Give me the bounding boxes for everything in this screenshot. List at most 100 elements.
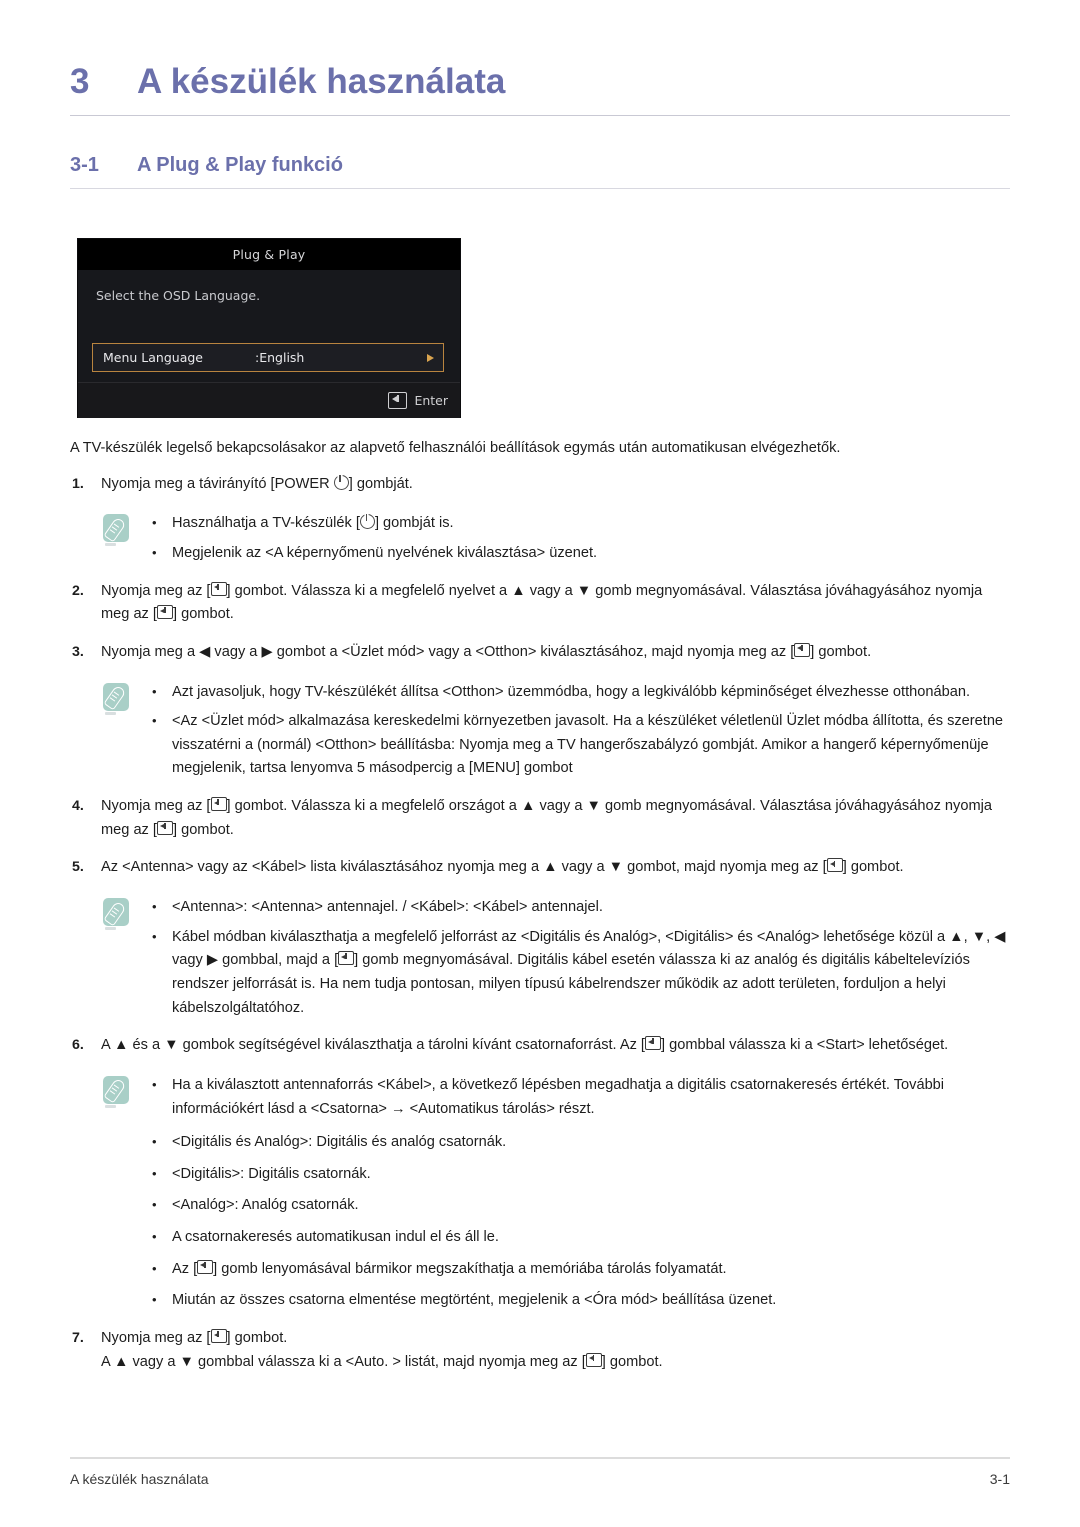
step-item: 4. Nyomja meg az [] gombot. Válassza ki …: [70, 795, 1010, 842]
step-text: Nyomja meg a távirányító [POWER ] gombjá…: [101, 474, 413, 492]
list-item-text: <Digitális és Analóg>: Digitális és anal…: [172, 1134, 507, 1151]
osd-title: Plug & Play: [78, 239, 460, 270]
section-number: 3-1: [70, 154, 99, 176]
step-text: Nyomja meg az [] gombot. Válassza ki a m…: [101, 797, 992, 838]
note-list: • Ha a kiválasztott antennaforrás <Kábel…: [148, 1074, 1010, 1121]
step-text: Nyomja meg az [] gombot. A ▲ vagy a ▼ go…: [101, 1327, 1010, 1374]
step-followup-text: A ▲ vagy a ▼ gombbal válassza ki a <Auto…: [101, 1352, 663, 1370]
enter-key-icon: [794, 642, 811, 657]
enter-key-icon: [156, 605, 173, 620]
note-block: • <Antenna>: <Antenna> antennajel. / <Ká…: [103, 896, 1010, 1020]
chevron-right-icon: [427, 353, 434, 362]
enter-key-icon: [156, 820, 173, 835]
osd-footer: Enter: [78, 382, 460, 418]
step-item: 1. Nyomja meg a távirányító [POWER ] gom…: [70, 473, 1010, 497]
note-block: • Azt javasoljuk, hogy TV-készülékét áll…: [103, 681, 1010, 782]
bullet-marker: •: [152, 1076, 157, 1092]
bullet-marker: •: [152, 1197, 157, 1213]
enter-key-icon: [826, 858, 843, 873]
step-item: 5. Az <Antenna> vagy az <Kábel> lista ki…: [70, 856, 1010, 880]
section-divider: [70, 188, 1010, 189]
enter-key-icon: [645, 1036, 661, 1051]
chapter-heading: 3 A készülék használata: [70, 0, 1010, 102]
bullet-marker: •: [152, 515, 157, 531]
note-text: <Antenna>: <Antenna> antennajel. / <Kábe…: [172, 899, 603, 916]
step-number: 3.: [72, 643, 84, 660]
osd-footer-label: Enter: [414, 393, 448, 408]
page-footer: A készülék használata 3-1: [70, 1457, 1010, 1487]
bullet-marker: •: [152, 713, 157, 729]
footer-divider: [70, 1457, 1010, 1459]
bullet-marker: •: [152, 544, 157, 560]
note-item: • Használhatja a TV-készülék [] gombját …: [148, 512, 1010, 536]
note-text: Ha a kiválasztott antennaforrás <Kábel>,…: [172, 1076, 945, 1117]
footer-left-label: A készülék használata: [70, 1471, 209, 1487]
chapter-number: 3: [70, 62, 90, 101]
note-text: Használhatja a TV-készülék [] gombját is…: [172, 514, 454, 532]
osd-screenshot: Plug & Play Select the OSD Language. Men…: [78, 239, 460, 418]
note-text: Megjelenik az <A képernyőmenü nyelvének …: [172, 544, 598, 561]
step-item: 7. Nyomja meg az [] gombot. A ▲ vagy a ▼…: [70, 1327, 1010, 1374]
bullet-marker: •: [152, 683, 157, 699]
note-text: <Az <Üzlet mód> alkalmazása kereskedelmi…: [172, 713, 1004, 777]
note-list: • Azt javasoljuk, hogy TV-készülékét áll…: [148, 681, 1010, 782]
step-text: Nyomja meg a ◀ vagy a ▶ gombot a <Üzlet …: [101, 642, 872, 660]
chapter-title: A készülék használata: [137, 62, 506, 101]
power-icon: [359, 514, 375, 530]
bullet-marker: •: [152, 1260, 157, 1276]
note-item: • Megjelenik az <A képernyőmenü nyelvéne…: [148, 542, 1010, 566]
step-item: 6. A ▲ és a ▼ gombok segítségével kivála…: [70, 1034, 1010, 1058]
note-list: • <Antenna>: <Antenna> antennajel. / <Ká…: [148, 896, 1010, 1020]
list-item: • Az [] gomb lenyomásával bármikor megsz…: [148, 1258, 1010, 1282]
intro-paragraph: A TV-készülék legelső bekapcsolásakor az…: [70, 440, 841, 456]
note-pencil-icon: [103, 682, 131, 715]
osd-prompt: Select the OSD Language.: [96, 288, 261, 303]
list-item: • Miután az összes csatorna elmentése me…: [148, 1289, 1010, 1313]
list-item-text: Miután az összes csatorna elmentése megt…: [172, 1292, 777, 1309]
plain-bullet-list: • <Digitális és Analóg>: Digitális és an…: [148, 1131, 1010, 1313]
note-pencil-icon: [103, 898, 131, 931]
enter-key-icon: [338, 951, 355, 966]
step-item: 2. Nyomja meg az [] gombot. Válassza ki …: [70, 580, 1010, 627]
list-item: • <Analóg>: Analóg csatornák.: [148, 1194, 1010, 1218]
step-number: 4.: [72, 798, 84, 815]
step-item: 3. Nyomja meg a ◀ vagy a ▶ gombot a <Üzl…: [70, 641, 1010, 665]
list-item-text: A csatornakeresés automatikusan indul el…: [172, 1229, 499, 1246]
list-item-text: Az [] gomb lenyomásával bármikor megszak…: [172, 1259, 727, 1277]
list-item: • A csatornakeresés automatikusan indul …: [148, 1226, 1010, 1250]
bullet-marker: •: [152, 899, 157, 915]
step-text: Nyomja meg az [] gombot. Válassza ki a m…: [101, 581, 983, 623]
list-item-text: <Digitális>: Digitális csatornák.: [172, 1165, 371, 1182]
note-pencil-icon: [103, 514, 131, 547]
note-item: • Azt javasoljuk, hogy TV-készülékét áll…: [148, 681, 1010, 705]
step-number: 5.: [72, 859, 84, 876]
list-item: • <Digitális és Analóg>: Digitális és an…: [148, 1131, 1010, 1155]
step-number: 2.: [72, 582, 84, 599]
chapter-divider: [70, 115, 1010, 116]
list-item: • <Digitális>: Digitális csatornák.: [148, 1163, 1010, 1187]
power-icon: [333, 474, 349, 490]
bullet-marker: •: [152, 1134, 157, 1150]
step-number: 7.: [72, 1329, 84, 1346]
enter-key-icon: [210, 1328, 227, 1343]
osd-body: Select the OSD Language. Menu Language :…: [78, 270, 460, 382]
step-text-main: Nyomja meg az [] gombot.: [101, 1328, 288, 1346]
step-text: Az <Antenna> vagy az <Kábel> lista kivál…: [101, 858, 904, 876]
note-block: • Használhatja a TV-készülék [] gombját …: [103, 512, 1010, 565]
step-text: A ▲ és a ▼ gombok segítségével kiválaszt…: [101, 1036, 949, 1054]
manual-page: 3 A készülék használata 3-1 A Plug & Pla…: [0, 0, 1080, 1527]
note-item: • Ha a kiválasztott antennaforrás <Kábel…: [148, 1074, 1010, 1121]
bullet-marker: •: [152, 1229, 157, 1245]
bullet-marker: •: [152, 1292, 157, 1308]
bullet-marker: •: [152, 928, 157, 944]
note-item: • <Antenna>: <Antenna> antennajel. / <Ká…: [148, 896, 1010, 920]
note-item: • <Az <Üzlet mód> alkalmazása kereskedel…: [148, 710, 1010, 781]
bullet-marker: •: [152, 1165, 157, 1181]
note-block: • Ha a kiválasztott antennaforrás <Kábel…: [103, 1074, 1010, 1121]
osd-menu-language-row[interactable]: Menu Language :English: [92, 343, 444, 372]
enter-key-icon: [388, 392, 408, 409]
enter-key-icon: [197, 1259, 214, 1274]
note-text: Kábel módban kiválaszthatja a megfelelő …: [172, 928, 1006, 1016]
enter-key-icon: [210, 581, 227, 596]
osd-row-label: Menu Language: [103, 350, 203, 365]
